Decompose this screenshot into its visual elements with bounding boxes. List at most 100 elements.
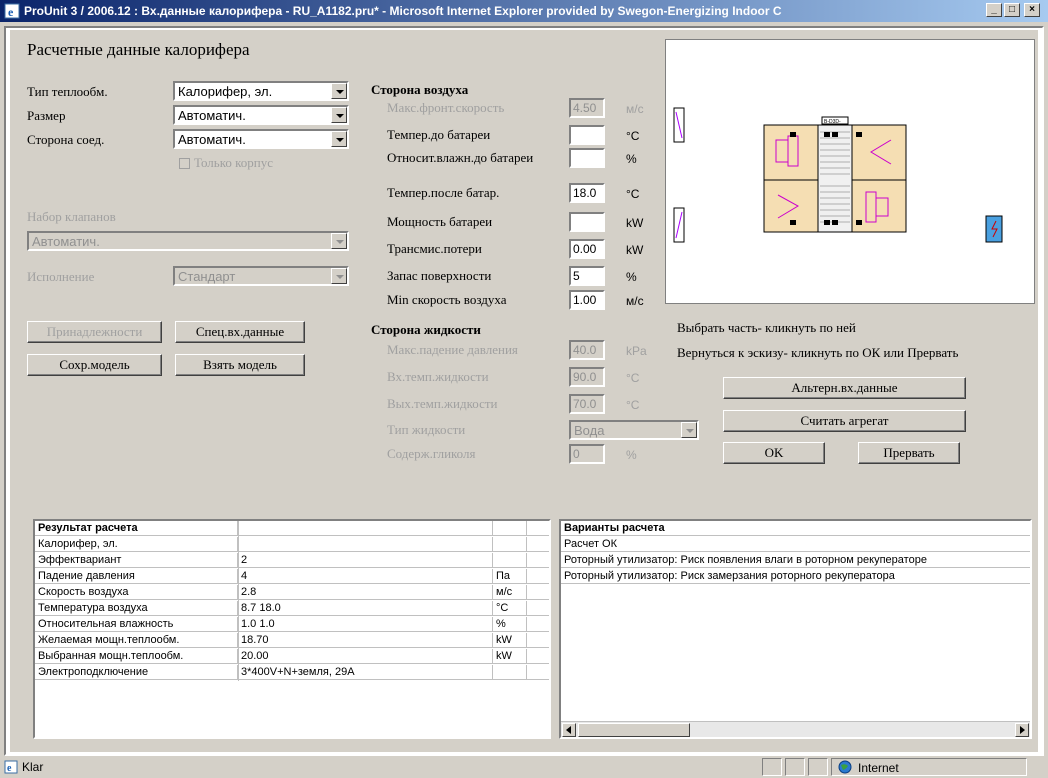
zone-text: Internet [858,761,899,775]
air-row-label: Темпер.до батареи [387,127,491,142]
status-panel [785,758,805,776]
scroll-right-button[interactable] [1015,723,1029,737]
type-select-value: Калорифер, эл. [178,84,273,99]
table-row: Электроподключение 3*400V+N+земля, 29A [35,665,549,680]
save-model-button[interactable]: Сохр.модель [27,354,162,376]
table-cell: Электроподключение [35,665,238,680]
table-cell: % [493,617,527,632]
liquid-row-label: Содерж.гликоля [387,446,476,461]
liquid-row-label: Макс.падение давления [387,342,518,357]
table-cell: 2.8 [238,585,493,600]
chevron-down-icon[interactable] [331,233,347,249]
air-row-input[interactable] [569,212,605,232]
results-table: Результат расчета Калорифер, эл. Эффектвар… [33,519,551,739]
liquid-row-unit: % [626,448,637,462]
close-button[interactable]: × [1024,3,1040,17]
table-cell: Скорость воздуха [35,585,238,600]
table-cell: Результат расчета [35,521,238,536]
air-row-input[interactable] [569,148,605,168]
table-cell [493,553,527,568]
table-cell: kW [493,649,527,664]
liquid-row-unit: °C [626,371,640,385]
type-select[interactable]: Калорифер, эл. [173,81,349,101]
liquid-row-input[interactable]: 0 [569,444,605,464]
execution-select[interactable]: Стандарт [173,266,349,286]
scroll-left-button[interactable] [562,723,576,737]
chevron-down-icon[interactable] [331,268,347,284]
table-cell [493,665,527,680]
read-unit-button[interactable]: Считать агрегат [723,410,966,432]
table-cell: Калорифер, эл. [35,537,238,552]
air-row-label: Относит.влажн.до батареи [387,150,534,165]
globe-icon [838,760,852,774]
air-row-input[interactable]: 0.00 [569,239,605,259]
table-cell: м/с [493,585,527,600]
chevron-down-icon[interactable] [331,131,347,147]
size-select[interactable]: Автоматич. [173,105,349,125]
execution-label: Исполнение [27,269,95,284]
table-cell: Па [493,569,527,584]
liquid-row-input[interactable]: 70.0 [569,394,605,414]
table-cell: 3*400V+N+земля, 29A [238,665,493,680]
chevron-down-icon[interactable] [331,83,347,99]
air-row-input[interactable]: 5 [569,266,605,286]
liquid-side-heading: Сторона жидкости [371,322,481,337]
air-row-input[interactable]: 4.50 [569,98,605,118]
air-row-input[interactable]: 1.00 [569,290,605,310]
ok-button[interactable]: OK [723,442,825,464]
arrow-right-icon [1020,726,1025,734]
table-cell: Варианты расчета [564,522,665,534]
chevron-down-icon[interactable] [681,422,697,438]
chevron-down-icon[interactable] [331,107,347,123]
table-row: Калорифер, эл. [35,537,549,552]
air-row-input[interactable] [569,125,605,145]
size-select-value: Автоматич. [178,108,246,123]
connection-select[interactable]: Автоматич. [173,129,349,149]
air-row-unit: °C [626,129,640,143]
air-row-label: Запас поверхности [387,268,492,283]
alt-input-button[interactable]: Альтерн.вх.данные [723,377,966,399]
liquid-row-unit: kPa [626,344,647,358]
liquid-type-select[interactable]: Вода [569,420,699,440]
liquid-row-label: Тип жидкости [387,422,466,437]
scroll-thumb[interactable] [578,723,690,737]
connection-select-value: Автоматич. [178,132,246,147]
minimize-button[interactable]: _ [986,3,1002,17]
only-case-checkbox[interactable] [179,158,190,169]
air-row-unit: м/с [626,102,644,116]
status-panel [808,758,828,776]
list-item[interactable]: Роторный утилизатор: Риск появления влаг… [561,553,1030,568]
valves-select-value: Автоматич. [32,234,100,249]
window-title: ProUnit 3 / 2006.12 : Вх.данные калорифе… [24,4,782,18]
liquid-row-label: Вх.темп.жидкости [387,369,489,384]
type-label: Тип теплообм. [27,84,108,99]
status-text: Klar [22,760,44,774]
table-cell: kW [493,633,527,648]
window-titlebar: e ProUnit 3 / 2006.12 : Вх.данные калори… [0,0,1048,22]
air-row-unit: % [626,270,637,284]
list-item[interactable]: Роторный утилизатор: Риск замерзания рот… [561,569,1030,584]
svg-text:e: e [8,5,14,19]
liquid-row-input[interactable]: 40.0 [569,340,605,360]
hint-return: Вернуться к эскизу- кликнуть по ОК или П… [677,345,959,360]
accessories-button[interactable]: Принадлежности [27,321,162,343]
valves-label: Набор клапанов [27,209,116,224]
list-item[interactable]: Расчет ОК [561,537,1030,552]
maximize-button[interactable]: □ [1004,3,1020,17]
status-bar: e Klar Internet [0,756,1048,778]
air-side-heading: Сторона воздуха [371,82,469,97]
table-cell: 1.0 1.0 [238,617,493,632]
zone-panel: Internet [831,758,1027,776]
horizontal-scrollbar[interactable] [561,721,1030,737]
valves-select[interactable]: Автоматич. [27,231,349,251]
liquid-row-input[interactable]: 90.0 [569,367,605,387]
special-input-button[interactable]: Спец.вх.данные [175,321,305,343]
table-cell: 4 [238,569,493,584]
variants-list: Варианты расчета Расчет ОК Роторный утил… [559,519,1032,739]
cancel-button[interactable]: Прервать [858,442,960,464]
unit-diagram[interactable]: B-D3D- [665,39,1035,304]
load-model-button[interactable]: Взять модель [175,354,305,376]
air-row-input[interactable]: 18.0 [569,183,605,203]
air-row-unit: м/с [626,294,644,308]
table-cell: 18.70 [238,633,493,648]
